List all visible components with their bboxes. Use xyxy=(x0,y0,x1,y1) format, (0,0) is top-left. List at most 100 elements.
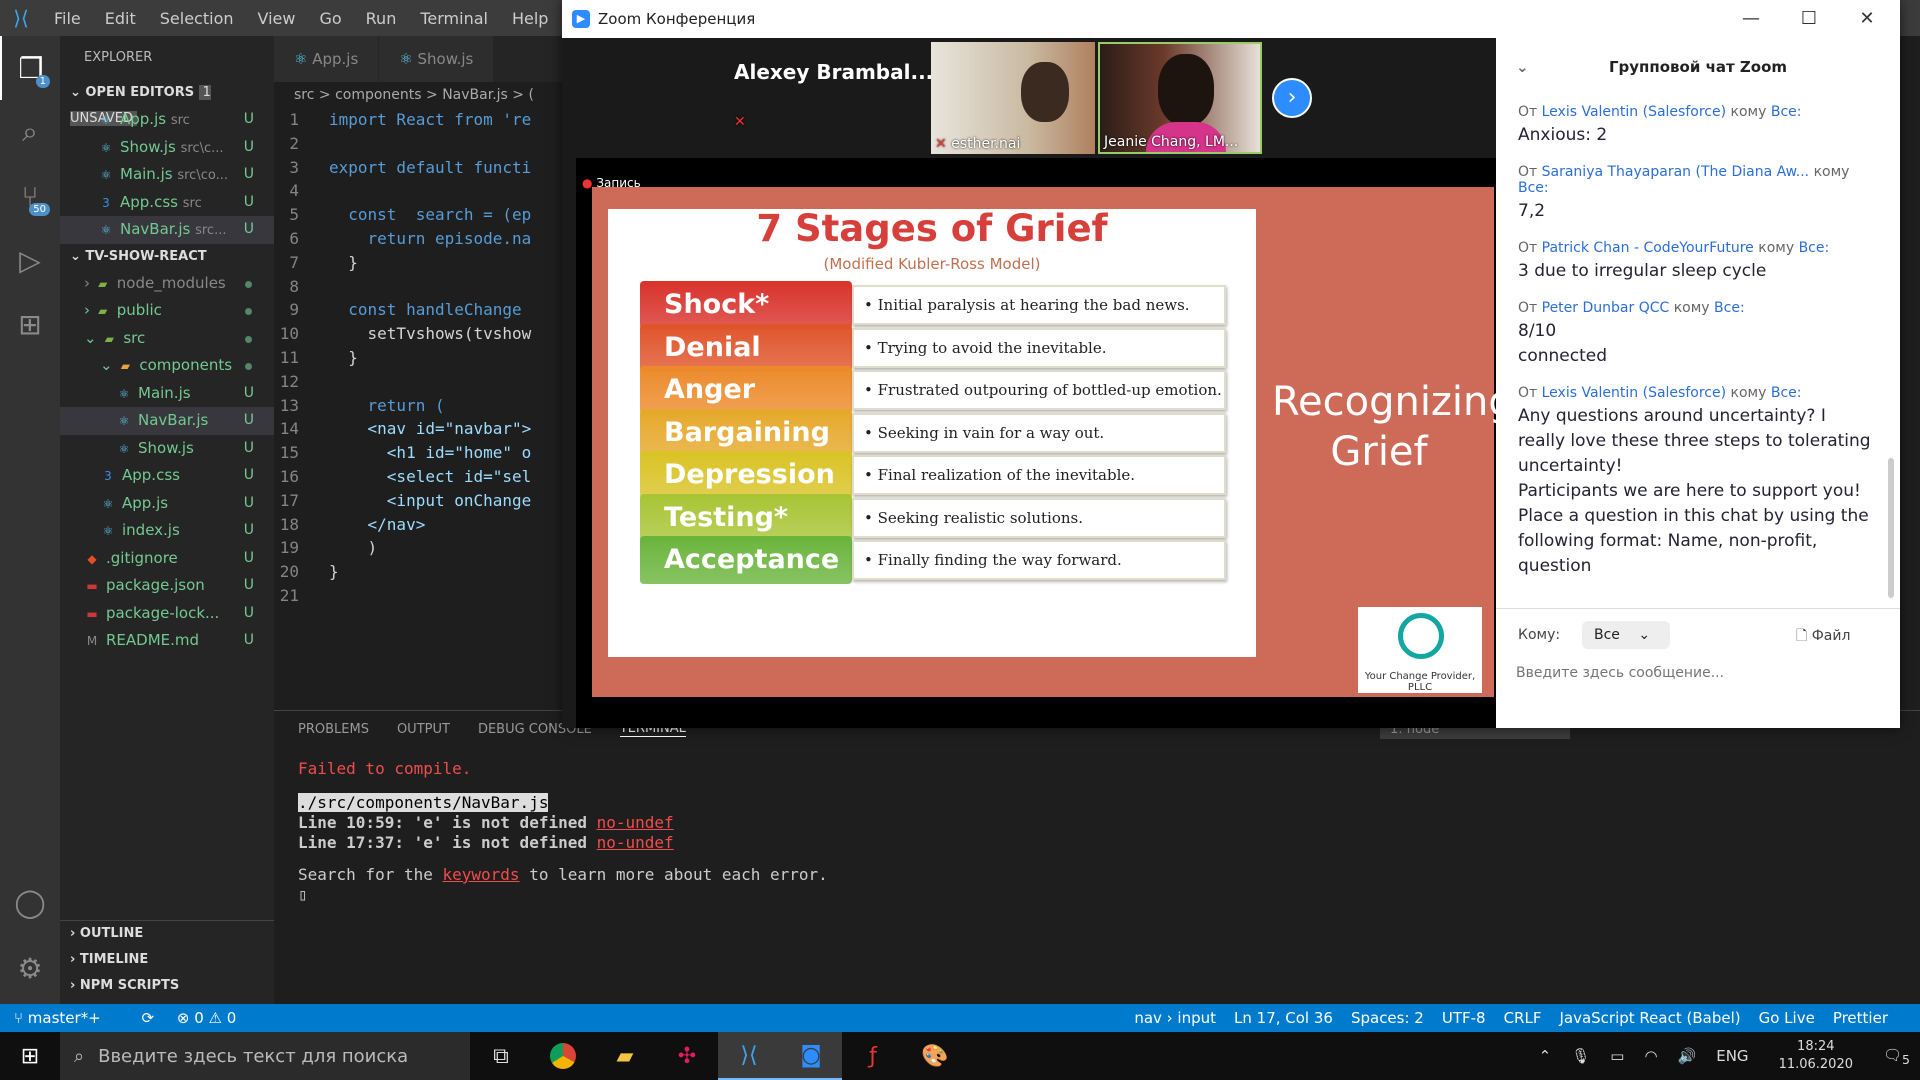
flash-icon[interactable]: ƒ xyxy=(842,1032,904,1080)
chat-recipient[interactable]: Все: xyxy=(1771,385,1802,401)
tab-show-js[interactable]: ⚛ Show.js xyxy=(379,36,494,82)
tree-item[interactable]: ▬ package-lock... U xyxy=(60,600,274,628)
active-speaker-tile[interactable]: Alexey Brambal... ✕ xyxy=(730,42,933,154)
tree-item[interactable]: ⚛ Main.js U xyxy=(60,380,274,408)
status-item[interactable]: Spaces: 2 xyxy=(1351,1009,1424,1027)
participant-tile-2[interactable]: Jeanie Chang, LM... xyxy=(1098,42,1262,154)
problems-status[interactable]: ⊗ 0 ⚠ 0 xyxy=(177,1009,236,1027)
menu-file[interactable]: File xyxy=(54,9,81,28)
task-view-icon[interactable]: ⧉ xyxy=(470,1032,532,1080)
menu-selection[interactable]: Selection xyxy=(160,9,234,28)
open-editor-item[interactable]: 3 App.css src U xyxy=(60,189,274,217)
tray-chevron-icon[interactable]: ⌃ xyxy=(1539,1047,1552,1065)
chrome-icon[interactable] xyxy=(532,1032,594,1080)
chat-sender[interactable]: Saraniya Thayaparan (The Diana Aw... xyxy=(1542,164,1810,180)
menu-terminal[interactable]: Terminal xyxy=(420,9,488,28)
open-editor-item[interactable]: ⚛ Show.js src\c... U xyxy=(60,134,274,162)
chat-scrollbar[interactable] xyxy=(1888,458,1894,598)
status-item[interactable]: nav › input xyxy=(1134,1009,1216,1027)
chat-input[interactable] xyxy=(1516,657,1876,689)
tab-app-js[interactable]: ⚛ App.js xyxy=(274,36,379,82)
chat-sender[interactable]: Patrick Chan - CodeYourFuture xyxy=(1542,240,1754,256)
chat-messages[interactable]: От Lexis Valentin (Salesforce) кому Все:… xyxy=(1496,96,1900,579)
outline-header[interactable]: › OUTLINE xyxy=(60,921,274,947)
project-header[interactable]: ⌄ TV-SHOW-REACT xyxy=(60,244,274,270)
chat-recipient[interactable]: Все: xyxy=(1799,240,1830,256)
tab-output[interactable]: OUTPUT xyxy=(397,722,450,737)
open-editor-item[interactable]: ⚛ NavBar.js src... U xyxy=(60,216,274,244)
menu-help[interactable]: Help xyxy=(512,9,548,28)
windows-start-icon[interactable]: ⊞ xyxy=(0,1044,60,1069)
maximize-button[interactable]: ☐ xyxy=(1780,0,1838,38)
status-item[interactable]: UTF-8 xyxy=(1442,1009,1486,1027)
chat-sender[interactable]: Lexis Valentin (Salesforce) xyxy=(1542,385,1726,401)
tab-problems[interactable]: PROBLEMS xyxy=(298,722,369,737)
tree-item[interactable]: M README.md U xyxy=(60,627,274,655)
status-item[interactable]: CRLF xyxy=(1504,1009,1542,1027)
terminal-rule-1[interactable]: no-undef xyxy=(597,813,674,832)
npm-scripts-header[interactable]: › NPM SCRIPTS xyxy=(60,973,274,999)
status-item[interactable]: JavaScript React (Babel) xyxy=(1559,1009,1740,1027)
tree-item[interactable]: ⌄ ▰ src xyxy=(60,325,274,353)
terminal-output[interactable]: Failed to compile. ./src/components/NavB… xyxy=(274,747,1920,905)
code-editor[interactable]: 1 import React from 're 2 3 export default f… xyxy=(274,108,574,708)
status-item[interactable]: Ln 17, Col 36 xyxy=(1234,1009,1333,1027)
status-item[interactable]: Go Live xyxy=(1759,1009,1815,1027)
paint-icon[interactable]: 🎨 xyxy=(904,1032,966,1080)
open-editor-item[interactable]: ⚛ App.js src U xyxy=(60,106,274,134)
open-editor-item[interactable]: ⚛ Main.js src\co... U xyxy=(60,161,274,189)
status-item[interactable]: Prettier xyxy=(1833,1009,1888,1027)
menu-run[interactable]: Run xyxy=(366,9,397,28)
vscode-taskbar-icon[interactable]: ⟩⟨ xyxy=(718,1032,780,1080)
file-explorer-icon[interactable]: ▰ xyxy=(594,1032,656,1080)
chat-recipient[interactable]: Все: xyxy=(1714,300,1745,316)
collapse-icon[interactable]: ⌄ xyxy=(1516,38,1529,96)
recipient-select[interactable]: Все ⌄ xyxy=(1582,621,1670,649)
tree-item[interactable]: ⚛ index.js U xyxy=(60,517,274,545)
volume-icon[interactable]: 🔊 xyxy=(1678,1047,1697,1065)
tree-item[interactable]: ⌄ ▰ components xyxy=(60,352,274,380)
source-control-icon[interactable]: ⑂ 50 xyxy=(0,164,60,228)
tree-item[interactable]: ⚛ App.js U xyxy=(60,490,274,518)
explorer-icon[interactable]: ❐ 1 xyxy=(0,36,60,100)
search-icon[interactable]: ⌕ xyxy=(0,100,60,164)
notifications-icon[interactable]: 🗨5 xyxy=(1883,1046,1910,1067)
terminal-rule-2[interactable]: no-undef xyxy=(597,833,674,852)
branch-status[interactable]: ⑂ master*+ xyxy=(14,1009,119,1027)
account-icon[interactable]: ◯ xyxy=(0,870,60,934)
microphone-icon[interactable]: 🎙 xyxy=(1571,1047,1590,1065)
gear-icon[interactable]: ⚙ xyxy=(0,936,60,1000)
taskbar-search[interactable]: ⌕ Введите здесь текст для поиска xyxy=(60,1032,470,1080)
extensions-icon[interactable]: ⊞ xyxy=(0,292,60,356)
tree-item[interactable]: ◆ .gitignore U xyxy=(60,545,274,573)
language-indicator[interactable]: ENG xyxy=(1716,1047,1748,1065)
timeline-header[interactable]: › TIMELINE xyxy=(60,947,274,973)
zoom-taskbar-icon[interactable]: ◙ xyxy=(780,1032,842,1080)
battery-icon[interactable]: ▭ xyxy=(1610,1047,1624,1065)
chat-recipient[interactable]: Все: xyxy=(1771,104,1802,120)
minimize-button[interactable]: — xyxy=(1722,0,1780,38)
clock[interactable]: 18:24 11.06.2020 xyxy=(1769,1038,1863,1074)
breadcrumb[interactable]: src > components > NavBar.js > ( xyxy=(274,82,574,108)
tree-item[interactable]: ⚛ NavBar.js U xyxy=(60,407,274,435)
tree-item[interactable]: 3 App.css U xyxy=(60,462,274,490)
wifi-icon[interactable]: ◠ xyxy=(1644,1047,1657,1065)
tree-item[interactable]: › ▰ node_modules xyxy=(60,270,274,298)
menu-go[interactable]: Go xyxy=(319,9,341,28)
next-page-button[interactable]: › xyxy=(1272,78,1312,118)
run-debug-icon[interactable]: ▷ xyxy=(0,228,60,292)
participant-tile-1[interactable]: ✕ esther.nai xyxy=(931,42,1095,154)
open-editors-header[interactable]: ⌄ OPEN EDITORS 1 UNSAVED xyxy=(60,80,274,126)
terminal-keywords-link[interactable]: keywords xyxy=(443,865,520,884)
sync-icon[interactable]: ⟳ xyxy=(142,1009,155,1027)
slack-icon[interactable]: ✣ xyxy=(656,1032,718,1080)
tree-item[interactable]: › ▰ public xyxy=(60,297,274,325)
tree-item[interactable]: ⚛ Show.js U xyxy=(60,435,274,463)
tree-item[interactable]: ▬ package.json U xyxy=(60,572,274,600)
chat-sender[interactable]: Lexis Valentin (Salesforce) xyxy=(1542,104,1726,120)
menu-view[interactable]: View xyxy=(258,9,296,28)
close-button[interactable]: ✕ xyxy=(1838,0,1896,38)
chat-recipient[interactable]: Все: xyxy=(1518,180,1549,196)
chat-sender[interactable]: Peter Dunbar QCC xyxy=(1542,300,1670,316)
menu-edit[interactable]: Edit xyxy=(105,9,136,28)
